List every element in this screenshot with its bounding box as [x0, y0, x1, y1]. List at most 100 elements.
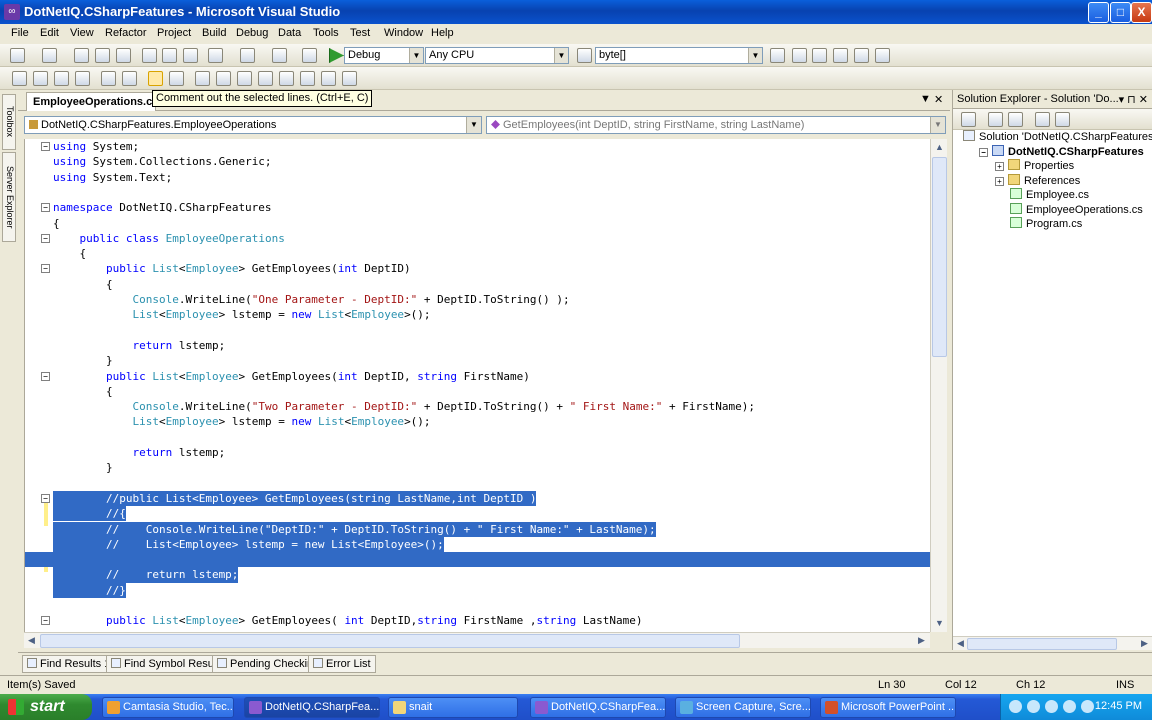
code-line[interactable]: − public class EmployeeOperations [25, 231, 932, 246]
close-document-icon[interactable]: ✕ [934, 93, 943, 106]
types-dropdown[interactable]: DotNetIQ.CSharpFeatures.EmployeeOperatio… [24, 116, 482, 134]
start-page-icon[interactable] [875, 48, 890, 63]
quick-info-icon[interactable] [54, 71, 69, 86]
find-in-files-icon[interactable] [577, 48, 592, 63]
tree-item[interactable]: Program.cs [995, 217, 1082, 230]
code-line[interactable]: { [25, 277, 932, 292]
panel-controls[interactable]: ▾ ⊓ ✕ [1119, 93, 1148, 106]
code-editor[interactable]: − using System; using System.Collections.G… [24, 139, 932, 632]
new-project-icon[interactable] [10, 48, 25, 63]
tree-item[interactable]: − DotNetIQ.CSharpFeatures [979, 144, 1144, 158]
toolbox-icon[interactable] [854, 48, 869, 63]
solution-platform-select[interactable]: Any CPU ▼ [425, 47, 569, 64]
minimize-button[interactable]: _ [1088, 2, 1109, 23]
code-line[interactable]: List<Employee> lstemp = new List<Employe… [25, 414, 932, 429]
scroll-down-icon[interactable]: ▼ [932, 616, 947, 631]
uncomment-icon[interactable] [169, 71, 184, 86]
previous-bookmark-folder-icon[interactable] [258, 71, 273, 86]
collapse-region-icon[interactable]: − [41, 142, 50, 151]
next-bookmark-icon[interactable] [237, 71, 252, 86]
code-line[interactable]: − public List<Employee> GetEmployees(int… [25, 261, 932, 276]
menu-data[interactable]: Data [278, 27, 301, 39]
tree-item[interactable]: Solution 'DotNetIQ.CSharpFeatures' (1 [963, 130, 1152, 143]
complete-word-icon[interactable] [75, 71, 90, 86]
parameter-info-icon[interactable] [33, 71, 48, 86]
solution-configuration-select[interactable]: Debug ▼ [344, 47, 424, 64]
menu-test[interactable]: Test [350, 27, 370, 39]
properties-icon[interactable] [812, 48, 827, 63]
server-explorer-tab[interactable]: Server Explorer [2, 152, 16, 242]
add-item-icon[interactable] [42, 48, 57, 63]
properties-icon[interactable] [961, 112, 976, 127]
code-line[interactable]: − //public List<Employee> GetEmployees(s… [25, 490, 932, 507]
collapse-region-icon[interactable]: − [41, 616, 50, 626]
menu-debug[interactable]: Debug [236, 27, 268, 39]
code-line[interactable] [25, 598, 932, 613]
editor-horizontal-scrollbar[interactable]: ◀ ▶ [24, 632, 930, 648]
code-line[interactable] [25, 323, 932, 338]
code-line[interactable]: using System.Text; [25, 170, 932, 185]
taskbar-item-visual-studio[interactable]: DotNetIQ.CSharpFea... [244, 697, 380, 718]
next-bookmark-document-icon[interactable] [321, 71, 336, 86]
menu-file[interactable]: File [11, 27, 29, 39]
collapse-region-icon[interactable]: − [41, 493, 50, 503]
copy-icon[interactable] [162, 48, 177, 63]
navigate-forward-icon[interactable] [302, 48, 317, 63]
scroll-right-icon[interactable]: ▶ [1137, 636, 1152, 651]
editor-vertical-scrollbar[interactable]: ▲ ▼ [930, 139, 947, 632]
scroll-thumb[interactable] [967, 638, 1117, 650]
collapse-region-icon[interactable]: − [41, 203, 50, 213]
code-line[interactable]: // Console.WriteLine("DeptID:" + DeptID.… [25, 521, 932, 537]
code-line[interactable]: − public List<Employee> GetEmployees( in… [25, 613, 932, 628]
taskbar-item-powerpoint[interactable]: Microsoft PowerPoint ... [820, 697, 956, 718]
menu-edit[interactable]: Edit [40, 27, 59, 39]
tree-item[interactable]: + Properties [995, 159, 1074, 172]
tree-item[interactable]: + References [995, 173, 1080, 187]
tab-find-results-1[interactable]: Find Results 1 [22, 655, 116, 673]
tray-icon[interactable] [1045, 700, 1058, 713]
code-line[interactable]: { [25, 216, 932, 231]
taskbar-item-screen-capture[interactable]: Screen Capture, Scre... [675, 697, 811, 718]
scroll-up-icon[interactable]: ▲ [932, 140, 947, 155]
refresh-icon[interactable] [1008, 112, 1023, 127]
increase-indent-icon[interactable] [122, 71, 137, 86]
taskbar-item-visual-studio-2[interactable]: DotNetIQ.CSharpFea... [530, 697, 666, 718]
tab-employeeoperations[interactable]: EmployeeOperations.cs [26, 92, 156, 111]
code-line[interactable] [25, 552, 932, 568]
next-bookmark-folder-icon[interactable] [279, 71, 294, 86]
tray-icon[interactable] [1027, 700, 1040, 713]
code-line[interactable]: //} [25, 582, 932, 598]
code-line[interactable]: − using System; [25, 139, 932, 154]
decrease-indent-icon[interactable] [101, 71, 116, 86]
class-diagram-icon[interactable] [1055, 112, 1070, 127]
code-line[interactable]: Console.WriteLine("One Parameter - DeptI… [25, 292, 932, 307]
save-icon[interactable] [95, 48, 110, 63]
code-line[interactable]: // List<Employee> lstemp = new List<Empl… [25, 536, 932, 553]
open-file-icon[interactable] [74, 48, 89, 63]
tray-icon[interactable] [1081, 700, 1094, 713]
find-combo[interactable]: byte[] ▼ [595, 47, 763, 64]
paste-icon[interactable] [183, 48, 198, 63]
code-line[interactable]: Console.WriteLine("Two Parameter - DeptI… [25, 399, 932, 414]
object-member-list-icon[interactable] [12, 71, 27, 86]
maximize-button[interactable]: □ [1110, 2, 1131, 23]
menu-view[interactable]: View [70, 27, 94, 39]
collapse-region-icon[interactable]: − [41, 371, 50, 381]
code-line[interactable]: − public List<Employee> GetEmployees(int… [25, 369, 932, 384]
tree-item[interactable]: Employee.cs [995, 188, 1089, 201]
collapse-icon[interactable]: − [979, 147, 988, 157]
code-line[interactable] [25, 430, 932, 445]
save-all-icon[interactable] [116, 48, 131, 63]
code-line[interactable] [25, 476, 932, 491]
code-line[interactable]: } [25, 353, 932, 368]
object-browser-icon[interactable] [833, 48, 848, 63]
scroll-right-icon[interactable]: ▶ [914, 633, 929, 648]
scroll-thumb[interactable] [932, 157, 947, 357]
cut-icon[interactable] [142, 48, 157, 63]
menu-window[interactable]: Window [384, 27, 423, 39]
toggle-bookmark-icon[interactable] [195, 71, 210, 86]
solution-explorer-scrollbar[interactable]: ◀ ▶ [953, 636, 1152, 650]
collapse-region-icon[interactable]: − [41, 233, 50, 243]
expand-icon[interactable]: + [995, 176, 1004, 186]
show-all-files-icon[interactable] [988, 112, 1003, 127]
